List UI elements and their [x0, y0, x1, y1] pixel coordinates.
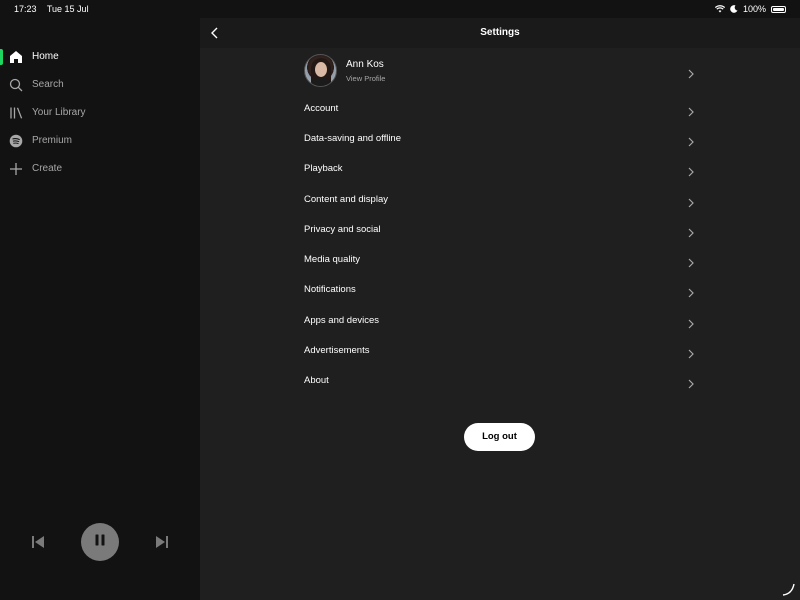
settings-header: Settings	[200, 18, 800, 48]
sidebar-item-label: Your Library	[32, 107, 86, 118]
library-icon	[9, 106, 23, 120]
settings-item-label: Apps and devices	[304, 315, 379, 326]
view-profile-label: View Profile	[346, 74, 386, 83]
chevron-right-icon	[686, 164, 696, 177]
sidebar: Home Search Your Library Premium Create	[0, 18, 200, 600]
settings-item-data-saving[interactable]: Data-saving and offline	[304, 124, 696, 154]
chevron-right-icon	[686, 104, 696, 117]
home-icon	[9, 50, 23, 64]
spotify-icon	[9, 134, 23, 148]
screen: 17:23 Tue 15 Jul 100% Home Search Your L…	[0, 0, 800, 600]
status-right: 100%	[714, 4, 786, 14]
settings-item-label: About	[304, 375, 329, 386]
settings-item-label: Media quality	[304, 254, 360, 265]
chevron-right-icon	[686, 255, 696, 268]
sidebar-item-home[interactable]: Home	[0, 43, 200, 71]
settings-item-label: Content and display	[304, 194, 388, 205]
plus-icon	[9, 162, 23, 176]
moon-icon	[730, 5, 738, 13]
status-date: Tue 15 Jul	[46, 4, 89, 14]
corner-gesture-icon	[782, 582, 796, 596]
settings-item-playback[interactable]: Playback	[304, 154, 696, 184]
player-controls	[0, 520, 200, 564]
chevron-right-icon	[686, 66, 696, 79]
settings-item-about[interactable]: About	[304, 366, 696, 396]
settings-panel: Settings Ann Kos View Profile Account Da…	[200, 18, 800, 600]
sidebar-item-premium[interactable]: Premium	[0, 127, 200, 155]
page-title: Settings	[480, 27, 520, 38]
profile-row[interactable]: Ann Kos View Profile	[304, 54, 696, 88]
status-left: 17:23 Tue 15 Jul	[14, 4, 97, 14]
sidebar-item-search[interactable]: Search	[0, 71, 200, 99]
chevron-right-icon	[686, 346, 696, 359]
chevron-right-icon	[686, 225, 696, 238]
settings-item-notifications[interactable]: Notifications	[304, 275, 696, 305]
settings-item-apps-devices[interactable]: Apps and devices	[304, 306, 696, 336]
settings-item-label: Data-saving and offline	[304, 133, 401, 144]
sidebar-item-label: Search	[32, 79, 64, 90]
settings-item-label: Notifications	[304, 284, 356, 295]
settings-item-privacy-social[interactable]: Privacy and social	[304, 215, 696, 245]
settings-item-account[interactable]: Account	[304, 94, 696, 124]
pause-icon	[93, 533, 107, 552]
sidebar-item-library[interactable]: Your Library	[0, 99, 200, 127]
next-track-button[interactable]	[154, 534, 170, 550]
previous-track-button[interactable]	[30, 534, 46, 550]
chevron-right-icon	[686, 316, 696, 329]
chevron-right-icon	[686, 195, 696, 208]
settings-item-label: Playback	[304, 163, 343, 174]
status-time: 17:23	[14, 4, 37, 14]
settings-item-label: Privacy and social	[304, 224, 381, 235]
search-icon	[9, 78, 23, 92]
wifi-icon	[714, 5, 725, 13]
pause-button[interactable]	[81, 523, 119, 561]
sidebar-item-create[interactable]: Create	[0, 155, 200, 183]
chevron-right-icon	[686, 285, 696, 298]
chevron-right-icon	[686, 376, 696, 389]
active-indicator	[0, 49, 3, 65]
battery-percent: 100%	[742, 4, 766, 14]
battery-icon	[771, 5, 786, 13]
avatar	[304, 54, 337, 87]
sidebar-item-label: Create	[32, 163, 63, 174]
sidebar-item-label: Home	[32, 51, 59, 62]
chevron-right-icon	[686, 134, 696, 147]
settings-item-media-quality[interactable]: Media quality	[304, 245, 696, 275]
settings-item-content-display[interactable]: Content and display	[304, 185, 696, 215]
logout-button[interactable]: Log out	[464, 423, 535, 451]
status-bar: 17:23 Tue 15 Jul 100%	[0, 0, 800, 18]
sidebar-item-label: Premium	[32, 135, 73, 146]
settings-item-advertisements[interactable]: Advertisements	[304, 336, 696, 366]
settings-item-label: Account	[304, 103, 339, 114]
profile-name: Ann Kos	[346, 59, 384, 70]
settings-item-label: Advertisements	[304, 345, 370, 356]
